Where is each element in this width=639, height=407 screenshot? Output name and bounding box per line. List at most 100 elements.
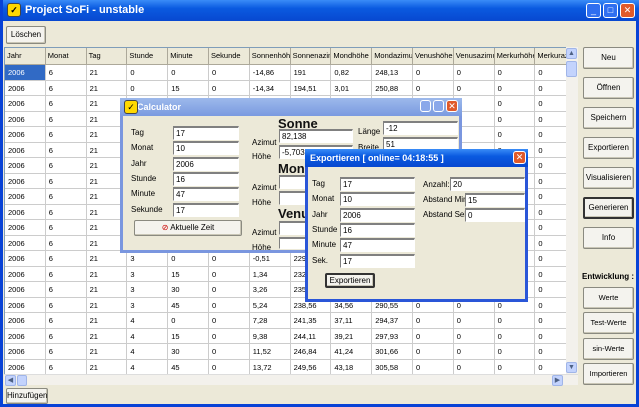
side-button[interactable]: Neu	[583, 47, 634, 69]
table-cell[interactable]: 6	[45, 313, 87, 329]
calc-close-button[interactable]: ✕	[446, 100, 458, 112]
table-cell[interactable]: 2006	[5, 313, 46, 329]
field-input[interactable]: 10	[340, 192, 415, 207]
dev-button[interactable]: sin-Werte	[583, 338, 634, 360]
abstand-sek-field[interactable]: 0	[465, 208, 525, 222]
table-cell[interactable]: 244,11	[290, 328, 332, 344]
scroll-left-icon[interactable]: ◀	[5, 375, 16, 386]
side-button[interactable]: Speichern	[583, 107, 634, 129]
table-cell[interactable]: 6	[45, 266, 87, 282]
scroll-right-icon[interactable]: ▶	[552, 375, 563, 386]
field-input[interactable]: 16	[173, 171, 239, 186]
table-cell[interactable]: 0	[453, 80, 495, 96]
laenge-field[interactable]: -12	[383, 121, 458, 135]
table-cell[interactable]: 15	[168, 266, 209, 282]
field-input[interactable]: 10	[173, 141, 239, 156]
hscroll-thumb[interactable]	[17, 375, 27, 386]
table-cell[interactable]: -14,86	[249, 65, 291, 81]
field-input[interactable]: 47	[173, 187, 239, 202]
side-button[interactable]: Visualisieren	[583, 167, 634, 189]
column-header[interactable]: Mondazimut	[372, 48, 413, 65]
table-cell[interactable]: 4	[127, 328, 169, 344]
table-cell[interactable]: 7,28	[249, 313, 291, 329]
field-input[interactable]: 2006	[173, 156, 239, 171]
table-cell[interactable]: 0	[494, 127, 536, 143]
table-cell[interactable]: 2006	[5, 127, 46, 143]
side-button[interactable]: Generieren	[583, 197, 634, 219]
horizontal-scrollbar[interactable]: ◀ ▶	[4, 374, 578, 386]
table-cell[interactable]: 241,35	[290, 313, 332, 329]
table-cell[interactable]: 21	[86, 251, 128, 267]
table-cell[interactable]: 0,82	[331, 65, 373, 81]
table-cell[interactable]: 6	[45, 297, 87, 313]
abstand-min-field[interactable]: 15	[465, 193, 525, 207]
column-header[interactable]: Mondhöhe	[331, 48, 373, 65]
table-cell[interactable]: 6	[45, 220, 87, 236]
table-cell[interactable]: 21	[86, 282, 128, 298]
table-cell[interactable]: 41,24	[331, 344, 373, 360]
maximize-button[interactable]: □	[603, 3, 618, 18]
calc-minimize-button[interactable]	[420, 100, 431, 112]
table-cell[interactable]: 2006	[5, 344, 46, 360]
anzahl-field[interactable]: 20	[450, 177, 525, 191]
vertical-scrollbar[interactable]: ▲ ▼	[566, 47, 578, 374]
table-cell[interactable]: 2006	[5, 251, 46, 267]
table-cell[interactable]: 2006	[5, 220, 46, 236]
table-cell[interactable]: 0	[209, 266, 250, 282]
close-button[interactable]: ✕	[620, 3, 635, 18]
table-cell[interactable]: 3,26	[249, 282, 291, 298]
table-cell[interactable]: 3	[127, 266, 169, 282]
table-cell[interactable]: 0	[209, 328, 250, 344]
table-cell[interactable]: 2006	[5, 235, 46, 251]
table-cell[interactable]: 0	[453, 313, 495, 329]
table-cell[interactable]: 21	[86, 65, 128, 81]
table-cell[interactable]: 0	[453, 344, 495, 360]
column-header[interactable]: Venusazimut	[453, 48, 495, 65]
scroll-up-icon[interactable]: ▲	[566, 48, 577, 59]
table-cell[interactable]: 6	[45, 80, 87, 96]
field-input[interactable]: 2006	[340, 207, 415, 222]
column-header[interactable]: Sonnenazimut	[290, 48, 332, 65]
side-button[interactable]: Exportieren	[583, 137, 634, 159]
table-cell[interactable]: 194,51	[290, 80, 332, 96]
table-cell[interactable]: 21	[86, 359, 128, 375]
table-cell[interactable]: 21	[86, 344, 128, 360]
table-cell[interactable]: 4	[127, 344, 169, 360]
table-cell[interactable]: 2006	[5, 266, 46, 282]
table-cell[interactable]: 2006	[5, 359, 46, 375]
table-cell[interactable]: 0	[168, 251, 209, 267]
column-header[interactable]: Monat	[45, 48, 87, 65]
table-cell[interactable]: 248,13	[372, 65, 413, 81]
table-cell[interactable]: 3	[127, 282, 169, 298]
table-cell[interactable]: 0	[494, 96, 536, 112]
table-cell[interactable]: 5,24	[249, 297, 291, 313]
table-cell[interactable]: 249,56	[290, 359, 332, 375]
table-cell[interactable]: 0	[494, 359, 536, 375]
table-cell[interactable]: 0	[413, 344, 454, 360]
table-cell[interactable]: 0	[209, 251, 250, 267]
export-submit-button[interactable]: Exportieren	[325, 273, 375, 288]
table-cell[interactable]: 2006	[5, 297, 46, 313]
table-cell[interactable]: 6	[45, 65, 87, 81]
table-cell[interactable]: 6	[45, 173, 87, 189]
table-cell[interactable]: 0	[494, 111, 536, 127]
table-cell[interactable]: 43,18	[331, 359, 373, 375]
table-cell[interactable]: 0	[413, 65, 454, 81]
field-input[interactable]: 17	[340, 253, 415, 268]
table-cell[interactable]: 13,72	[249, 359, 291, 375]
table-cell[interactable]: 0	[494, 313, 536, 329]
table-cell[interactable]: 0	[413, 80, 454, 96]
table-cell[interactable]: 2006	[5, 65, 46, 81]
column-header[interactable]: Minute	[168, 48, 209, 65]
column-header[interactable]: Stunde	[127, 48, 169, 65]
table-cell[interactable]: 0	[413, 328, 454, 344]
table-cell[interactable]: 2006	[5, 158, 46, 174]
table-cell[interactable]: 2006	[5, 204, 46, 220]
table-cell[interactable]: 191	[290, 65, 332, 81]
table-cell[interactable]: 6	[45, 189, 87, 205]
calc-maximize-button[interactable]	[433, 100, 444, 112]
table-cell[interactable]: 37,11	[331, 313, 373, 329]
table-cell[interactable]: 6	[45, 235, 87, 251]
column-header[interactable]: Jahr	[5, 48, 46, 65]
table-cell[interactable]: 39,21	[331, 328, 373, 344]
